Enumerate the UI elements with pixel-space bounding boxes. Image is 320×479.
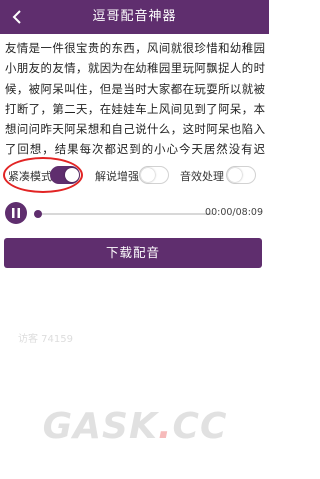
watermark-text: 访客 74159: [18, 334, 73, 345]
highlight-annotation: [3, 157, 83, 193]
sound-effect-toggle[interactable]: [226, 166, 256, 184]
progress-track[interactable]: [38, 213, 212, 215]
playback-time: 00:00/08:09: [205, 207, 263, 218]
toggle-knob: [228, 168, 242, 182]
narration-boost-toggle[interactable]: [139, 166, 169, 184]
script-text[interactable]: 友情是一件很宝贵的东西，风间就很珍惜和幼稚园小朋友的友情，就因为在幼稚园里玩阿飘…: [5, 38, 265, 158]
site-logo-watermark: GASK. CC: [42, 405, 228, 447]
sound-effect-label: 音效处理: [180, 170, 224, 183]
download-button[interactable]: 下载配音: [4, 238, 262, 268]
audio-player: 00:00/08:09: [0, 196, 269, 232]
narration-boost-label: 解说增强: [95, 170, 139, 183]
toggle-knob: [141, 168, 155, 182]
pause-icon[interactable]: [5, 202, 27, 224]
page-title: 逗哥配音神器: [92, 9, 177, 24]
app-header: 逗哥配音神器: [0, 0, 269, 34]
watermark-text: 访客 74159: [95, 64, 150, 75]
progress-thumb[interactable]: [34, 210, 42, 218]
